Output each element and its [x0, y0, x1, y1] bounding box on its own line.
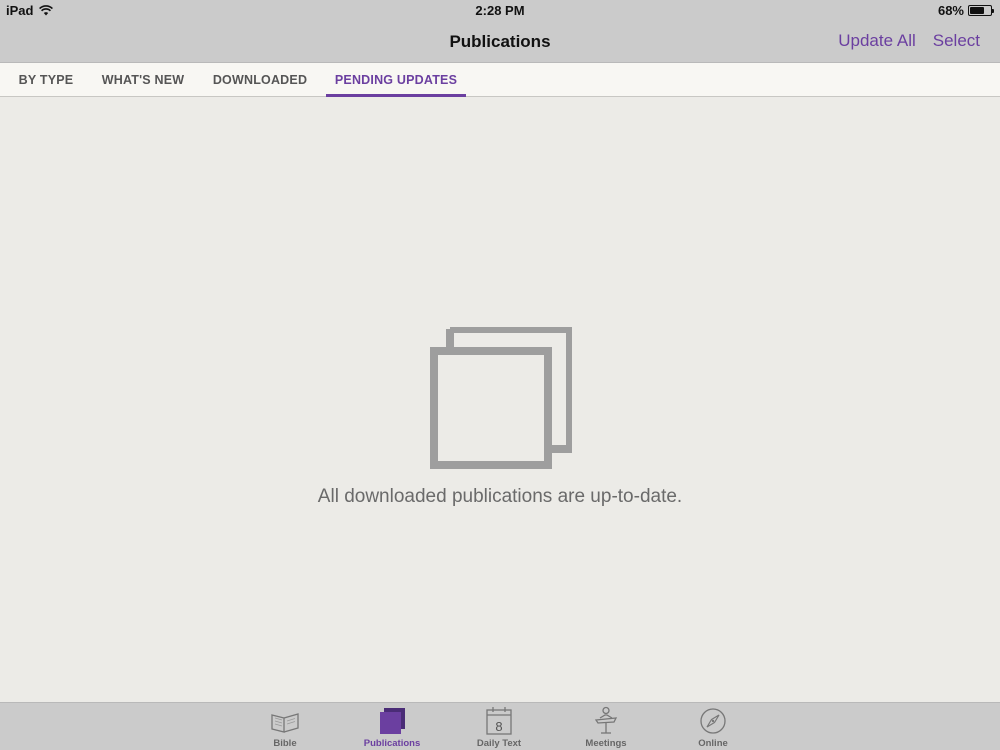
compass-icon [700, 708, 726, 734]
battery-icon [968, 5, 994, 16]
select-button[interactable]: Select [933, 31, 980, 51]
tab-bar-label-publications: Publications [363, 738, 421, 749]
tab-bar-daily-text[interactable]: 8 Daily Text [449, 703, 549, 750]
update-all-button[interactable]: Update All [838, 31, 916, 51]
tab-pending-updates[interactable]: PENDING UPDATES [326, 63, 466, 97]
tab-bar-meetings[interactable]: Meetings [556, 703, 656, 750]
stacked-squares-icon [430, 327, 572, 469]
tab-bar-label-online: Online [698, 738, 728, 749]
tab-bar-publications[interactable]: Publications [342, 703, 442, 750]
open-book-icon [271, 713, 299, 733]
publication-tabs: BY TYPE WHAT'S NEW DOWNLOADED PENDING UP… [0, 63, 1000, 97]
status-bar: iPad 2:28 PM 68% [0, 0, 1000, 20]
tab-bar-bible[interactable]: Bible [235, 703, 335, 750]
calendar-icon: 8 [486, 707, 512, 735]
bottom-tab-bar: Bible Publications 8 Daily Text Meetings [0, 702, 1000, 750]
tab-whats-new[interactable]: WHAT'S NEW [93, 63, 193, 97]
battery-level [970, 7, 984, 14]
tab-by-type[interactable]: BY TYPE [6, 63, 86, 97]
tab-bar-label-daily-text: Daily Text [476, 738, 522, 749]
tab-bar-label-bible: Bible [273, 738, 297, 749]
tab-downloaded[interactable]: DOWNLOADED [205, 63, 315, 97]
empty-state-message: All downloaded publications are up-to-da… [317, 486, 683, 507]
nav-actions: Update All Select [838, 31, 980, 51]
publications-icon [380, 708, 405, 734]
navigation-bar: Publications Update All Select [0, 20, 1000, 63]
tab-bar-label-meetings: Meetings [585, 738, 627, 749]
active-tab-indicator [326, 94, 466, 97]
status-time: 2:28 PM [475, 3, 525, 18]
battery-percent: 68% [937, 3, 964, 18]
status-right: 68% [937, 3, 994, 18]
tab-bar-online[interactable]: Online [663, 703, 763, 750]
calendar-day-number: 8 [495, 719, 502, 734]
lectern-icon [594, 706, 618, 734]
